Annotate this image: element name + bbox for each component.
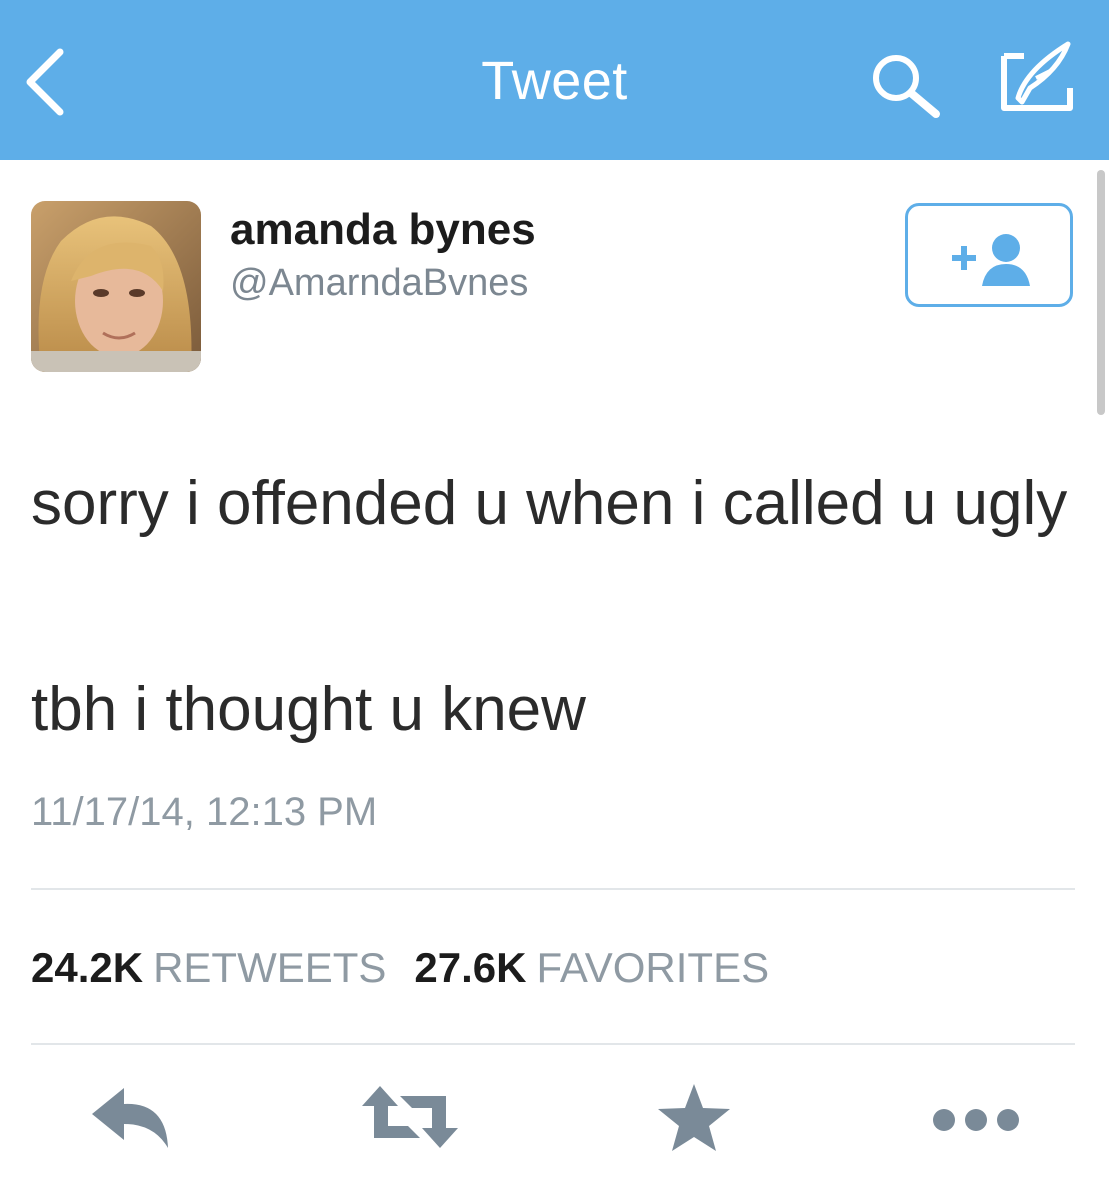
favorites-count: 27.6K xyxy=(414,944,527,991)
retweets-count: 24.2K xyxy=(31,944,144,991)
top-navigation-bar: Tweet xyxy=(0,0,1109,160)
search-icon xyxy=(873,55,940,118)
avatar[interactable] xyxy=(31,201,201,372)
reply-button[interactable] xyxy=(88,1082,174,1152)
add-user-icon xyxy=(952,234,1030,286)
divider xyxy=(31,888,1075,890)
divider xyxy=(31,1043,1075,1045)
favorites-label: FAVORITES xyxy=(536,944,770,991)
compose-icon xyxy=(1001,41,1073,111)
tweet-text-line2: tbh i thought u knew xyxy=(31,675,586,744)
retweets-label: RETWEETS xyxy=(153,944,387,991)
follow-button[interactable] xyxy=(905,203,1073,307)
favorites-stat[interactable]: 27.6K FAVORITES xyxy=(414,944,769,991)
retweet-icon xyxy=(362,1086,458,1148)
display-name[interactable]: amanda bynes xyxy=(230,205,536,255)
favorite-button[interactable] xyxy=(656,1082,732,1152)
retweets-stat[interactable]: 24.2K RETWEETS xyxy=(31,944,386,991)
search-button[interactable] xyxy=(868,52,948,122)
more-button[interactable] xyxy=(930,1082,1022,1152)
compose-button[interactable] xyxy=(996,40,1078,120)
retweet-button[interactable] xyxy=(358,1082,462,1152)
scrollbar[interactable] xyxy=(1097,170,1105,415)
favorite-star-icon xyxy=(658,1084,730,1151)
reply-icon xyxy=(92,1088,168,1148)
tweet-text: sorry i offended u when i called u ugly xyxy=(31,469,1068,538)
tweet-stats: 24.2K RETWEETS 27.6K FAVORITES xyxy=(31,944,769,992)
more-icon xyxy=(933,1109,1019,1131)
tweet-detail-screen: Tweet amanda bynes @AmarndaBvnes sorry i… xyxy=(0,0,1109,1195)
user-handle[interactable]: @AmarndaBvnes xyxy=(230,262,528,305)
tweet-timestamp: 11/17/14, 12:13 PM xyxy=(31,790,378,834)
